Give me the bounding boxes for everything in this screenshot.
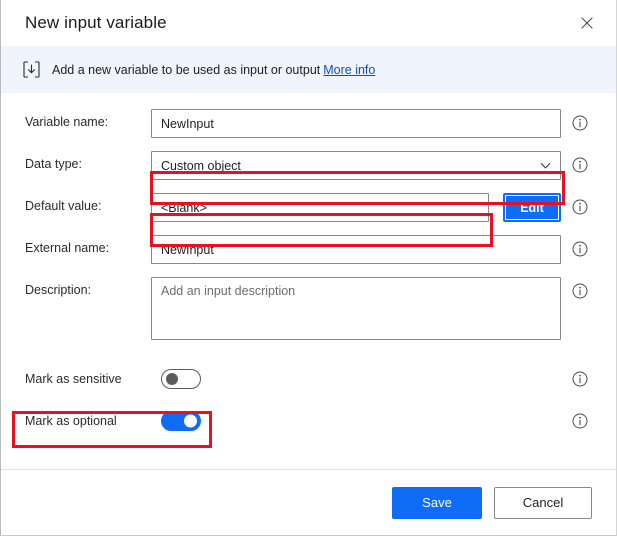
label-variable-name: Variable name:: [25, 115, 109, 129]
new-input-variable-dialog: New input variable Add a new variable to…: [0, 0, 617, 536]
label-default-value: Default value:: [25, 199, 102, 213]
cancel-button[interactable]: Cancel: [494, 486, 592, 519]
info-banner: Add a new variable to be used as input o…: [1, 46, 616, 93]
field-variable-name: [151, 109, 561, 138]
mark-as-optional-toggle[interactable]: [161, 411, 201, 431]
info-icon-default-value[interactable]: [572, 199, 588, 215]
label-description: Description:: [25, 283, 91, 297]
toggle-knob: [166, 373, 178, 385]
description-textarea[interactable]: [151, 277, 561, 340]
info-glyph: [572, 241, 588, 257]
close-glyph: [581, 17, 593, 29]
dialog-footer: Save Cancel: [1, 469, 616, 535]
default-value-input[interactable]: [151, 193, 489, 222]
row-description: Description:: [1, 277, 616, 353]
field-data-type: Custom object: [151, 151, 561, 180]
info-glyph: [572, 115, 588, 131]
row-external-name: External name:: [1, 235, 616, 277]
more-info-link[interactable]: More info: [323, 63, 375, 77]
info-icon-description[interactable]: [572, 283, 588, 299]
toggle-knob: [184, 414, 197, 428]
row-mark-as-sensitive: Mark as sensitive: [1, 361, 616, 397]
row-default-value: Default value: Edit: [1, 193, 616, 235]
info-glyph: [572, 413, 588, 429]
row-mark-as-optional: Mark as optional: [1, 403, 616, 439]
external-name-input[interactable]: [151, 235, 561, 264]
field-description: [151, 277, 561, 340]
data-type-value: Custom object: [161, 158, 241, 173]
save-button[interactable]: Save: [392, 486, 482, 519]
info-glyph: [572, 283, 588, 299]
info-icon-mark-as-optional[interactable]: [572, 413, 588, 429]
info-icon-mark-as-sensitive[interactable]: [572, 371, 588, 387]
form-body: Variable name: Data type: Custom object: [1, 93, 616, 469]
info-icon-variable-name[interactable]: [572, 115, 588, 131]
dialog-titlebar: New input variable: [1, 0, 616, 46]
edit-default-value-button[interactable]: Edit: [503, 193, 561, 222]
banner-text: Add a new variable to be used as input o…: [52, 62, 321, 77]
label-external-name: External name:: [25, 241, 110, 255]
input-variable-icon: [23, 61, 40, 78]
info-glyph: [572, 157, 588, 173]
field-external-name: [151, 235, 561, 264]
info-icon-data-type[interactable]: [572, 157, 588, 173]
close-icon[interactable]: [570, 8, 604, 38]
variable-name-input[interactable]: [151, 109, 561, 138]
label-data-type: Data type:: [25, 157, 82, 171]
info-glyph: [572, 371, 588, 387]
mark-as-sensitive-toggle[interactable]: [161, 369, 201, 389]
row-data-type: Data type: Custom object: [1, 151, 616, 193]
field-default-value: Edit: [151, 193, 561, 222]
page-title: New input variable: [25, 13, 167, 32]
chevron-down-icon: [540, 163, 551, 169]
label-mark-as-sensitive: Mark as sensitive: [25, 372, 122, 386]
data-type-select[interactable]: Custom object: [151, 151, 561, 180]
info-glyph: [572, 199, 588, 215]
row-variable-name: Variable name:: [1, 109, 616, 151]
label-mark-as-optional: Mark as optional: [25, 414, 117, 428]
info-icon-external-name[interactable]: [572, 241, 588, 257]
